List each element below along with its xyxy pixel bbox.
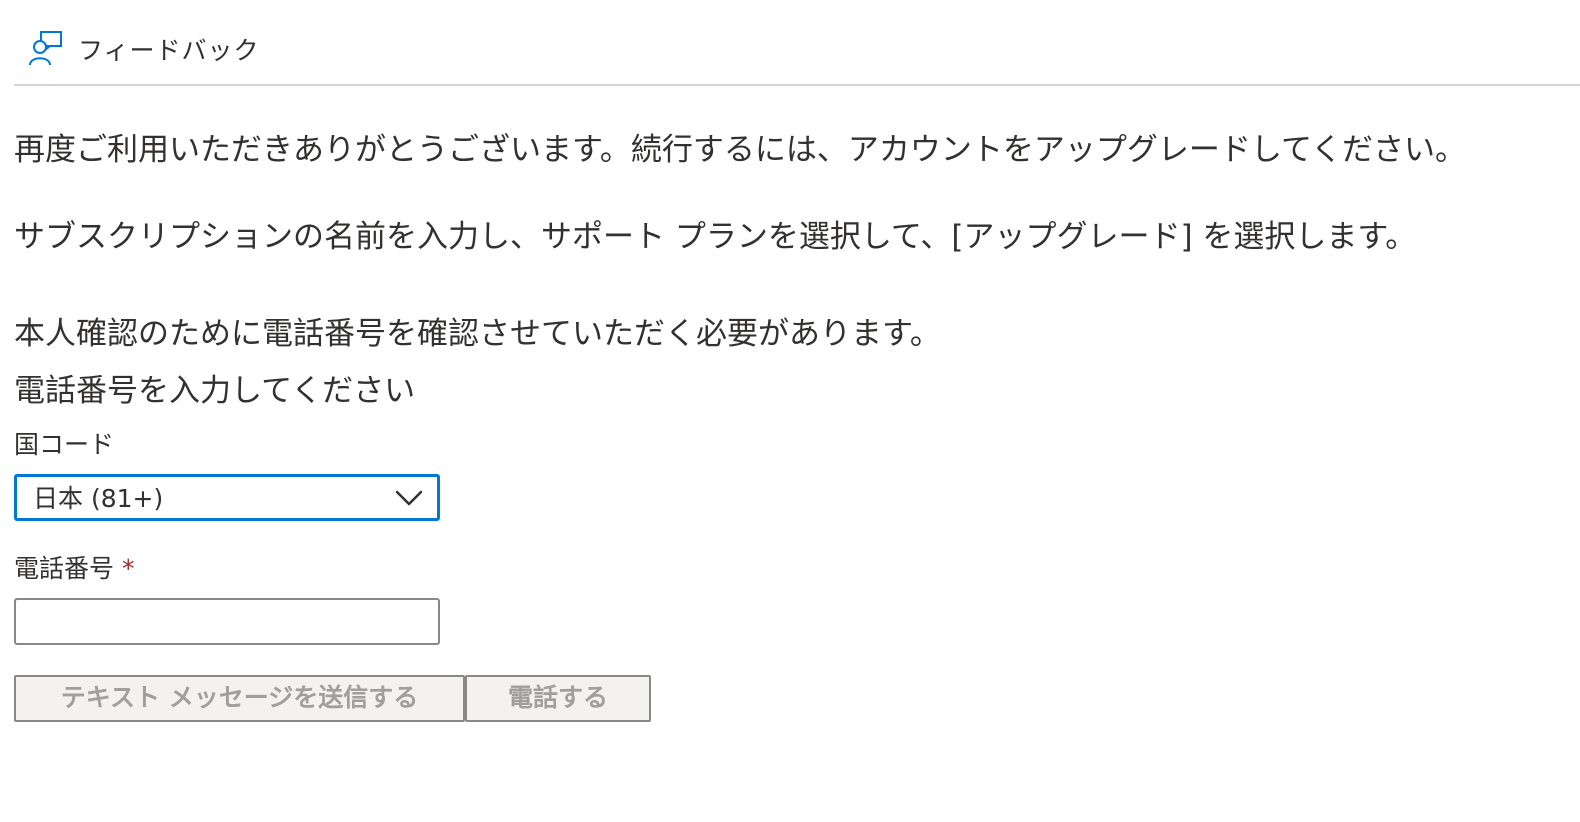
required-marker: *	[122, 554, 135, 583]
country-code-label: 国コード	[14, 430, 115, 459]
country-code-value: 日本 (81+)	[33, 484, 164, 513]
header-bar: フィードバック	[14, 20, 1580, 86]
feedback-label: フィードバック	[78, 36, 260, 65]
person-feedback-icon	[28, 30, 64, 68]
phone-number-label-row: 電話番号 *	[14, 553, 135, 585]
thank-you-text: 再度ご利用いただきありがとうございます。続行するには、アカウントをアップグレード…	[14, 132, 1467, 168]
call-button[interactable]: 電話する	[465, 675, 651, 722]
verification-text: 本人確認のために電話番号を確認させていただく必要があります。	[14, 316, 941, 352]
enter-phone-heading: 電話番号を入力してください	[14, 373, 416, 409]
upgrade-verification-page: フィードバック 再度ご利用いただきありがとうございます。続行するには、アカウント…	[0, 0, 1580, 822]
country-code-dropdown[interactable]: 日本 (81+)	[14, 474, 440, 521]
phone-number-label: 電話番号	[14, 554, 115, 583]
instruction-text: サブスクリプションの名前を入力し、サポート プランを選択して、[アップグレード]…	[14, 219, 1417, 255]
phone-number-input[interactable]	[14, 598, 440, 645]
feedback-link[interactable]: フィードバック	[28, 30, 260, 68]
chevron-down-icon	[395, 489, 423, 507]
send-text-message-button[interactable]: テキスト メッセージを送信する	[14, 675, 465, 722]
